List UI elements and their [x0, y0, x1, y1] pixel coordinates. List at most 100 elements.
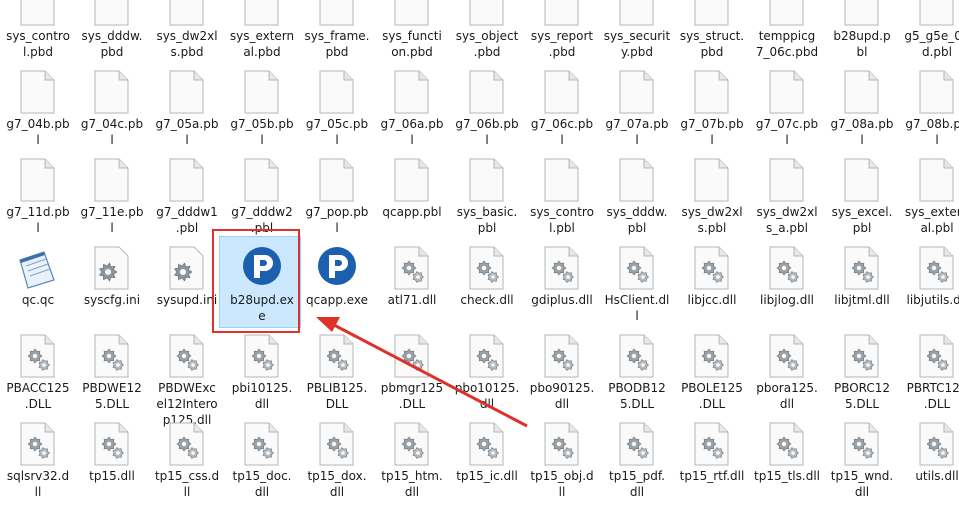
file-name-label: tp15_ic.dll	[447, 468, 527, 484]
file-item[interactable]: sys_contro l.pbl	[524, 154, 600, 240]
file-item[interactable]: g7_pop.pb l	[299, 154, 375, 240]
file-item[interactable]: qcapp.pbl	[374, 154, 450, 240]
file-item[interactable]: PBORC12 5.DLL	[824, 330, 900, 416]
file-item[interactable]: tp15_doc. dll	[224, 418, 300, 504]
file-name-line: .DLL	[698, 397, 726, 411]
file-icon	[917, 158, 955, 202]
file-name-line: sys_dddw.	[606, 205, 668, 219]
file-item[interactable]: pbo90125. dll	[524, 330, 600, 416]
file-item[interactable]: sys_functi on.pbd	[374, 0, 450, 64]
file-item[interactable]: sys_struct. pbd	[674, 0, 750, 64]
file-item[interactable]: tp15_css.d ll	[149, 418, 225, 504]
file-item[interactable]: sys_dw2xl s.pbd	[149, 0, 225, 64]
file-item[interactable]: libjlog.dll	[749, 242, 825, 328]
file-name-label: g7_04b.pb l	[0, 116, 78, 148]
file-item[interactable]: sys_dw2xl s.pbl	[674, 154, 750, 240]
file-item[interactable]: tp15_dox. dll	[299, 418, 375, 504]
file-item[interactable]: g7_07b.pb l	[674, 66, 750, 152]
file-item[interactable]: tp15_wnd. dll	[824, 418, 900, 504]
file-item[interactable]: g7_08b.pbl	[899, 66, 959, 152]
file-item[interactable]: g7_05c.pb l	[299, 66, 375, 152]
file-item[interactable]: PBODB12 5.DLL	[599, 330, 675, 416]
file-item[interactable]: PBRTC125 .DLL	[899, 330, 959, 416]
file-item[interactable]: sys_object .pbd	[449, 0, 525, 64]
dll-gear-icon	[617, 422, 655, 466]
file-item[interactable]: gdiplus.dll	[524, 242, 600, 328]
notepad-icon	[14, 246, 55, 290]
file-icon	[92, 158, 130, 202]
file-item[interactable]: g7_05b.pb l	[224, 66, 300, 152]
file-name-line: g7_11d.pb	[6, 205, 70, 219]
dll-gear-icon	[467, 334, 505, 378]
file-item[interactable]: g7_11d.pb l	[0, 154, 76, 240]
file-item[interactable]: g7_11e.pb l	[74, 154, 150, 240]
file-item[interactable]: sys_basic. pbl	[449, 154, 525, 240]
file-item[interactable]: g7_04c.pb l	[74, 66, 150, 152]
file-item[interactable]: temppicg 7_06c.pbd	[749, 0, 825, 64]
file-item[interactable]: sys_securit y.pbd	[599, 0, 675, 64]
file-item[interactable]: tp15_pdf. dll	[599, 418, 675, 504]
file-item[interactable]: PBDWExc el12Intero p125.dll	[149, 330, 225, 427]
powerbuilder-exe-icon	[317, 246, 356, 290]
file-item[interactable]: PBOLE125 .DLL	[674, 330, 750, 416]
file-item[interactable]: PBDWE12 5.DLL	[74, 330, 150, 416]
file-item[interactable]: g7_06c.pb l	[524, 66, 600, 152]
file-item[interactable]: PBACC125 .DLL	[0, 330, 76, 416]
file-name-line: l	[410, 133, 414, 147]
file-item[interactable]: g7_07c.pb l	[749, 66, 825, 152]
file-name-label: pbi10125. dll	[222, 380, 302, 412]
file-item[interactable]: sys_dddw. pbd	[74, 0, 150, 64]
file-name-line: l	[710, 133, 714, 147]
file-item[interactable]: tp15_obj.d ll	[524, 418, 600, 504]
file-item[interactable]: atl71.dll	[374, 242, 450, 328]
file-item[interactable]: pbora125. dll	[749, 330, 825, 416]
file-item[interactable]: g7_dddw1 .pbl	[149, 154, 225, 240]
file-item[interactable]: g5_g5e_02 d.pbl	[899, 0, 959, 64]
file-item[interactable]: HsClient.dl l	[599, 242, 675, 328]
file-name-line: s.pbl	[697, 221, 727, 235]
file-item[interactable]: tp15_tls.dll	[749, 418, 825, 504]
file-item[interactable]: libjutils.dll	[899, 242, 959, 328]
file-item[interactable]: sys_dw2xl s_a.pbl	[749, 154, 825, 240]
file-item[interactable]: tp15_rtf.dll	[674, 418, 750, 504]
file-item[interactable]: sys_excel. pbl	[824, 154, 900, 240]
file-item[interactable]: tp15_ic.dll	[449, 418, 525, 504]
file-item[interactable]: sys_frame. pbd	[299, 0, 375, 64]
file-item[interactable]: libjcc.dll	[674, 242, 750, 328]
file-item[interactable]: sys_extern al.pbl	[899, 154, 959, 240]
file-item[interactable]: sqlsrv32.d ll	[0, 418, 76, 504]
file-item[interactable]: sys_dddw. pbl	[599, 154, 675, 240]
file-item[interactable]: pbo10125. dll	[449, 330, 525, 416]
file-item[interactable]: syscfg.ini	[74, 242, 150, 328]
file-item[interactable]: check.dll	[449, 242, 525, 328]
file-item[interactable]: pbi10125. dll	[224, 330, 300, 416]
file-item[interactable]: g7_07a.pb l	[599, 66, 675, 152]
file-item[interactable]: g7_06b.pb l	[449, 66, 525, 152]
dll-gear-icon	[392, 422, 430, 466]
file-item[interactable]: sys_contro l.pbd	[0, 0, 76, 64]
file-item[interactable]: libjtml.dll	[824, 242, 900, 328]
file-name-line: sys_dw2xl	[756, 205, 818, 219]
dll-gear-icon	[617, 334, 655, 378]
file-item[interactable]: tp15_htm. dll	[374, 418, 450, 504]
file-item[interactable]: sys_report .pbd	[524, 0, 600, 64]
file-item[interactable]: PBLIB125. DLL	[299, 330, 375, 416]
file-item[interactable]: pbmgr125 .DLL	[374, 330, 450, 416]
file-item[interactable]: qcapp.exe	[299, 242, 375, 328]
dll-gear-icon	[692, 422, 730, 466]
file-item[interactable]: utils.dll	[899, 418, 959, 504]
file-item[interactable]: tp15.dll	[74, 418, 150, 504]
file-name-line: l	[860, 133, 864, 147]
file-name-line: PBOLE125	[681, 381, 743, 395]
file-name-line: PBACC125	[6, 381, 70, 395]
file-item[interactable]: sys_extern al.pbd	[224, 0, 300, 64]
file-item[interactable]: g7_04b.pb l	[0, 66, 76, 152]
file-item[interactable]: g7_dddw2 .pbl	[224, 154, 300, 240]
file-item[interactable]: qc.qc	[0, 242, 76, 328]
file-item[interactable]: g7_08a.pb l	[824, 66, 900, 152]
file-name-label: qc.qc	[0, 292, 78, 308]
file-item[interactable]: b28upd.p bl	[824, 0, 900, 64]
file-name-label: pbo10125. dll	[447, 380, 527, 412]
file-item[interactable]: g7_05a.pb l	[149, 66, 225, 152]
file-item[interactable]: g7_06a.pb l	[374, 66, 450, 152]
